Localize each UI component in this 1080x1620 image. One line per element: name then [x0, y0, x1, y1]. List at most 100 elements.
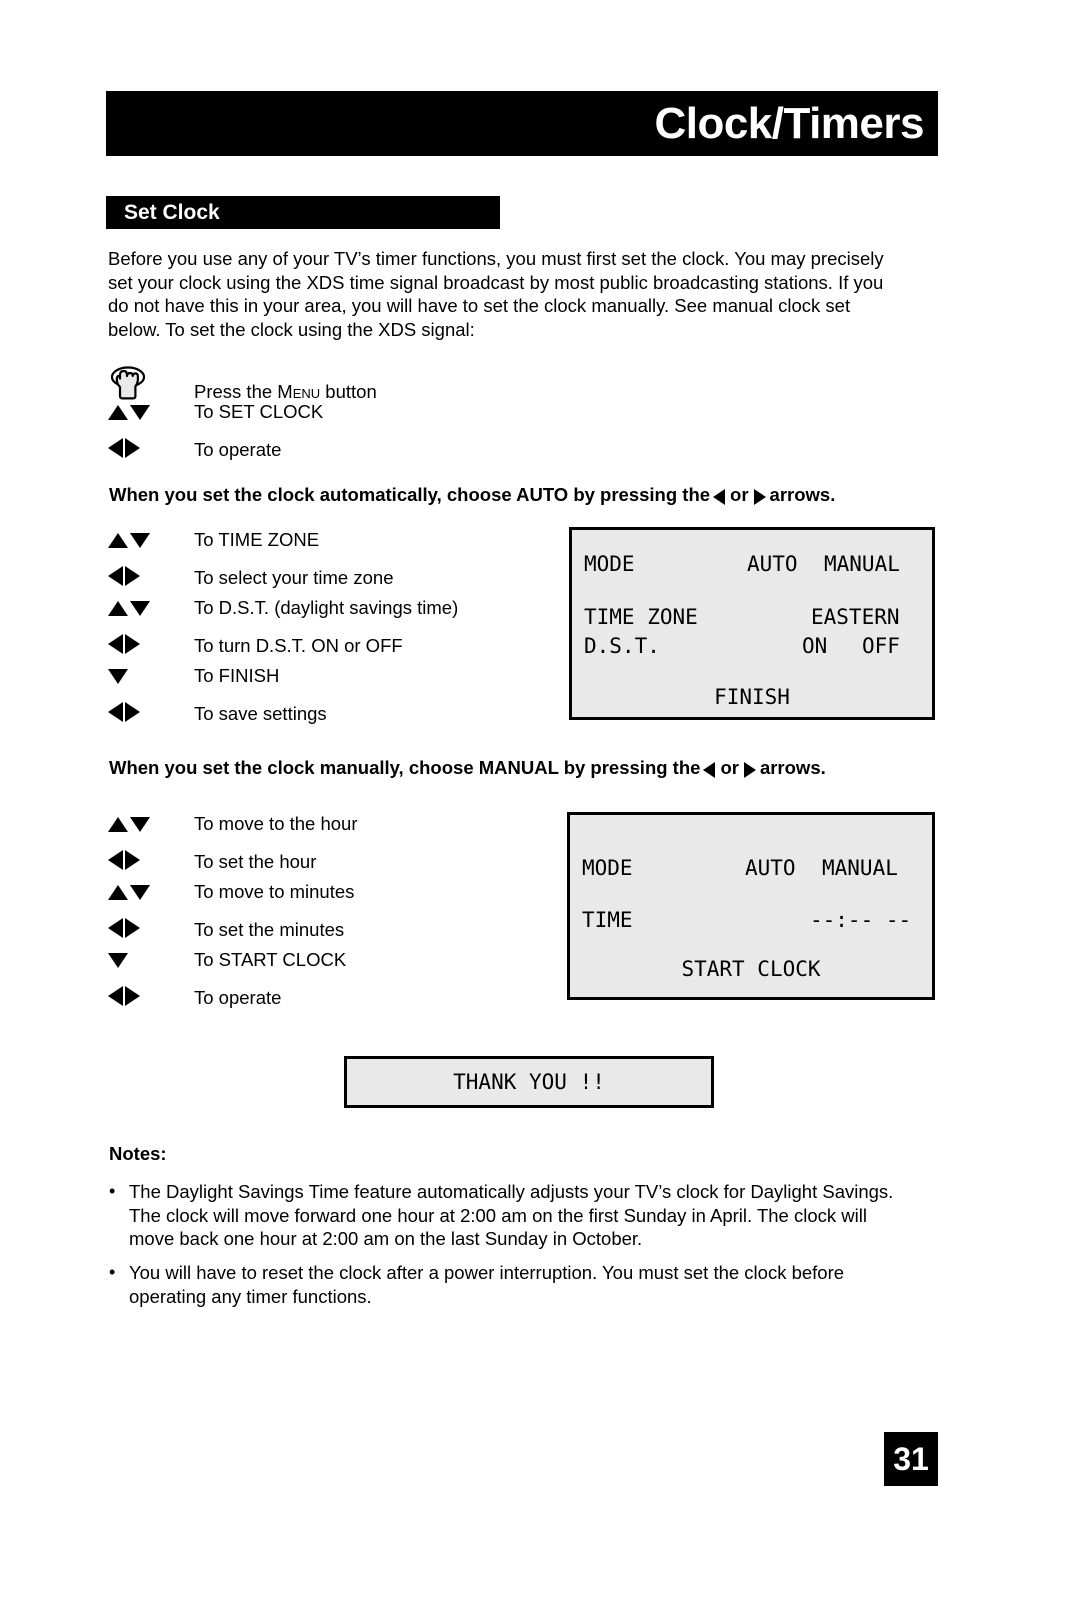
- up-down-arrows-icon: [108, 402, 194, 422]
- step-row-save-settings: To save settings: [108, 700, 458, 734]
- step-label-finish: To FINISH: [194, 665, 280, 686]
- intro-paragraph: Before you use any of your TV’s timer fu…: [108, 247, 934, 341]
- intro-line-2: set your clock using the XDS time signal…: [108, 271, 884, 293]
- intro-line-3: do not have this in your area, you will …: [108, 295, 851, 316]
- left-right-arrows-icon: [108, 564, 194, 588]
- step-label-move-hour: To move to the hour: [194, 813, 358, 834]
- step-label-start-clock: To START CLOCK: [194, 949, 347, 970]
- note-item: • You will have to reset the clock after…: [109, 1261, 939, 1308]
- step-label-time-zone: To TIME ZONE: [194, 529, 320, 550]
- step-row-dst-toggle: To turn D.S.T. ON or OFF: [108, 632, 458, 666]
- note-2-line-2: operating any timer functions.: [129, 1285, 372, 1307]
- left-right-arrows-icon: [108, 700, 194, 724]
- left-right-arrows-icon: [108, 984, 194, 1008]
- step-row-operate-manual: To operate: [108, 984, 358, 1018]
- bullet-icon: •: [109, 1262, 116, 1282]
- osd-auto-dst-on-option[interactable]: ON: [802, 636, 827, 657]
- down-arrow-icon: [108, 950, 194, 970]
- step-label-select-time-zone: To select your time zone: [194, 567, 394, 588]
- callout-manual-part3: arrows.: [759, 757, 826, 778]
- step-row-finish: To FINISH: [108, 666, 458, 700]
- step-label-set-hour: To set the hour: [194, 851, 317, 872]
- osd-manual-mode-label: MODE: [582, 856, 633, 880]
- osd-manual-start-clock-button[interactable]: START CLOCK: [570, 959, 932, 980]
- step-row-set-clock: To SET CLOCK: [108, 402, 377, 436]
- step-row-operate: To operate: [108, 436, 377, 470]
- hand-press-icon: [108, 362, 194, 402]
- note-item: • The Daylight Savings Time feature auto…: [109, 1180, 939, 1251]
- callout-auto-part2: or: [730, 484, 749, 505]
- osd-thank-you-text: THANK YOU !!: [453, 1069, 605, 1094]
- left-right-arrows-icon: [108, 436, 194, 460]
- left-arrow-icon: [703, 762, 716, 779]
- note-2-line-1: You will have to reset the clock after a…: [129, 1262, 845, 1283]
- step-row-select-time-zone: To select your time zone: [108, 564, 458, 598]
- step-row-move-hour: To move to the hour: [108, 814, 358, 848]
- right-arrow-icon: [743, 762, 756, 779]
- auto-step-list: To TIME ZONE To select your time zone To…: [108, 530, 458, 734]
- up-down-arrows-icon: [108, 598, 194, 618]
- step-label-dst: To D.S.T. (daylight savings time): [194, 597, 459, 618]
- osd-manual-mode-auto-option[interactable]: AUTO: [745, 858, 796, 879]
- step-row-start-clock: To START CLOCK: [108, 950, 358, 984]
- osd-auto-dst-off-option[interactable]: OFF: [862, 636, 900, 657]
- step-label-operate: To operate: [194, 439, 282, 460]
- note-body: You will have to reset the clock after a…: [129, 1261, 939, 1308]
- callout-manual-part2: or: [720, 757, 739, 778]
- step-label-press-menu: Press the Menu button: [194, 381, 377, 402]
- intro-step-list: Press the Menu button To SET CLOCK To op…: [108, 362, 377, 470]
- osd-auto-mode-auto-option[interactable]: AUTO: [747, 554, 798, 575]
- step-label-set-minutes: To set the minutes: [194, 919, 345, 940]
- manual-page: Clock/Timers Set Clock Before you use an…: [0, 0, 1080, 1620]
- step-row-time-zone: To TIME ZONE: [108, 530, 458, 564]
- bullet-icon: •: [109, 1181, 116, 1201]
- up-down-arrows-icon: [108, 882, 194, 902]
- manual-step-list: To move to the hour To set the hour To m…: [108, 814, 358, 1018]
- step-label-save-settings: To save settings: [194, 703, 327, 724]
- osd-panel-auto: MODE AUTO MANUAL TIME ZONE EASTERN D.S.T…: [569, 527, 935, 720]
- note-1-line-3: move back one hour at 2:00 am on the las…: [129, 1228, 643, 1249]
- up-down-arrows-icon: [108, 814, 194, 834]
- note-body: The Daylight Savings Time feature automa…: [129, 1180, 939, 1251]
- callout-auto: When you set the clock automatically, ch…: [109, 484, 836, 506]
- right-arrow-icon: [753, 489, 766, 506]
- callout-manual: When you set the clock manually, choose …: [109, 757, 826, 779]
- left-right-arrows-icon: [108, 632, 194, 656]
- osd-manual-time-value[interactable]: --:-- --: [810, 910, 911, 931]
- page-header-bar: Clock/Timers: [106, 91, 938, 156]
- osd-manual-time-label: TIME: [582, 908, 633, 932]
- up-down-arrows-icon: [108, 530, 194, 550]
- step-label-operate-manual: To operate: [194, 987, 282, 1008]
- intro-line-4: below. To set the clock using the XDS si…: [108, 318, 475, 340]
- osd-auto-finish-button[interactable]: FINISH: [572, 687, 932, 708]
- step-row-set-hour: To set the hour: [108, 848, 358, 882]
- page-title: Clock/Timers: [654, 98, 924, 148]
- step-row-dst: To D.S.T. (daylight savings time): [108, 598, 458, 632]
- note-1-line-2: The clock will move forward one hour at …: [129, 1204, 867, 1226]
- osd-manual-mode-manual-option[interactable]: MANUAL: [822, 858, 898, 879]
- osd-auto-timezone-value[interactable]: EASTERN: [811, 607, 900, 628]
- section-header-bar: Set Clock: [106, 196, 500, 229]
- intro-line-1: Before you use any of your TV’s timer fu…: [108, 248, 884, 269]
- step-label-set-clock: To SET CLOCK: [194, 401, 324, 422]
- page-number-badge: 31: [884, 1432, 938, 1486]
- down-arrow-icon: [108, 666, 194, 686]
- osd-auto-mode-label: MODE: [584, 552, 635, 576]
- osd-panel-manual: MODE AUTO MANUAL TIME --:-- -- START CLO…: [567, 812, 935, 1000]
- step-label-move-minutes: To move to minutes: [194, 881, 355, 902]
- step-row-set-minutes: To set the minutes: [108, 916, 358, 950]
- step-row-move-minutes: To move to minutes: [108, 882, 358, 916]
- osd-auto-mode-manual-option[interactable]: MANUAL: [824, 554, 900, 575]
- left-right-arrows-icon: [108, 916, 194, 940]
- osd-auto-timezone-label: TIME ZONE: [584, 605, 698, 629]
- left-right-arrows-icon: [108, 848, 194, 872]
- callout-auto-part1: When you set the clock automatically, ch…: [109, 484, 711, 505]
- step-row-press-menu: Press the Menu button: [108, 362, 377, 402]
- section-title: Set Clock: [124, 201, 220, 224]
- osd-panel-thank-you: THANK YOU !!: [344, 1056, 714, 1108]
- notes-heading: Notes:: [109, 1143, 167, 1164]
- callout-manual-part1: When you set the clock manually, choose …: [109, 757, 701, 778]
- osd-auto-dst-label: D.S.T.: [584, 634, 660, 658]
- note-1-line-1: The Daylight Savings Time feature automa…: [129, 1181, 894, 1202]
- callout-auto-part3: arrows.: [769, 484, 836, 505]
